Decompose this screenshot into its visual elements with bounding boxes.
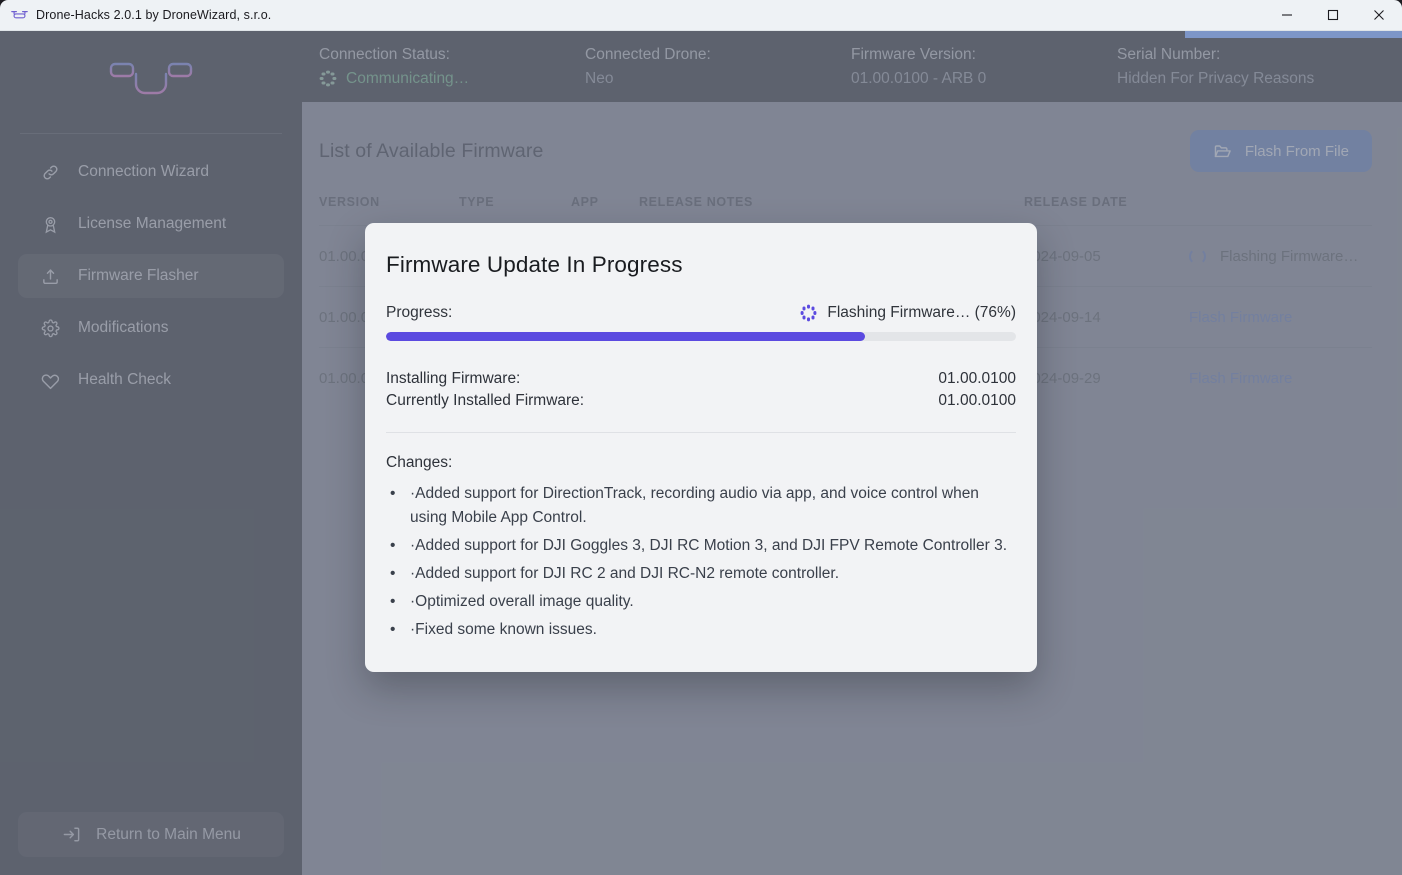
- application-window: Drone-Hacks 2.0.1 by DroneWizard, s.r.o.: [0, 0, 1402, 875]
- list-item: ·Added support for DJI Goggles 3, DJI RC…: [386, 534, 1016, 558]
- firmware-update-modal: Firmware Update In Progress Progress: Fl…: [365, 223, 1037, 672]
- progress-row: Progress: Flashing Firmware… (76%): [386, 304, 1016, 322]
- list-item: ·Added support for DJI RC 2 and DJI RC-N…: [386, 562, 1016, 586]
- close-button[interactable]: [1356, 0, 1402, 31]
- installing-firmware-row: Installing Firmware: 01.00.0100: [386, 368, 1016, 390]
- modal-title: Firmware Update In Progress: [386, 252, 683, 277]
- progress-bar: [386, 332, 1016, 341]
- installed-firmware-value: 01.00.0100: [938, 392, 1016, 409]
- accent-strip: [1185, 31, 1402, 38]
- progress-status-label: Flashing Firmware… (76%): [827, 304, 1016, 321]
- installing-firmware-label: Installing Firmware:: [386, 370, 521, 387]
- window-title: Drone-Hacks 2.0.1 by DroneWizard, s.r.o.: [36, 8, 272, 22]
- firmware-details: Installing Firmware: 01.00.0100 Currentl…: [386, 368, 1016, 412]
- changes-list: ·Added support for DirectionTrack, recor…: [386, 482, 1016, 642]
- installing-firmware-value: 01.00.0100: [938, 370, 1016, 387]
- window-controls: [1264, 0, 1402, 31]
- installed-firmware-label: Currently Installed Firmware:: [386, 392, 585, 409]
- progress-status: Flashing Firmware… (76%): [799, 304, 1016, 322]
- modal-divider: [386, 432, 1016, 433]
- spinner-icon: [799, 304, 817, 322]
- installed-firmware-row: Currently Installed Firmware: 01.00.0100: [386, 390, 1016, 412]
- list-item: ·Fixed some known issues.: [386, 618, 1016, 642]
- drone-icon: [11, 10, 28, 18]
- progress-bar-fill: [386, 332, 865, 341]
- list-item: ·Optimized overall image quality.: [386, 590, 1016, 614]
- changes-label: Changes:: [386, 454, 453, 471]
- list-item: ·Added support for DirectionTrack, recor…: [386, 482, 1016, 530]
- progress-label: Progress:: [386, 304, 453, 321]
- minimize-button[interactable]: [1264, 0, 1310, 31]
- maximize-button[interactable]: [1310, 0, 1356, 31]
- title-bar-left: Drone-Hacks 2.0.1 by DroneWizard, s.r.o.: [0, 8, 271, 23]
- title-bar: Drone-Hacks 2.0.1 by DroneWizard, s.r.o.: [0, 0, 1402, 31]
